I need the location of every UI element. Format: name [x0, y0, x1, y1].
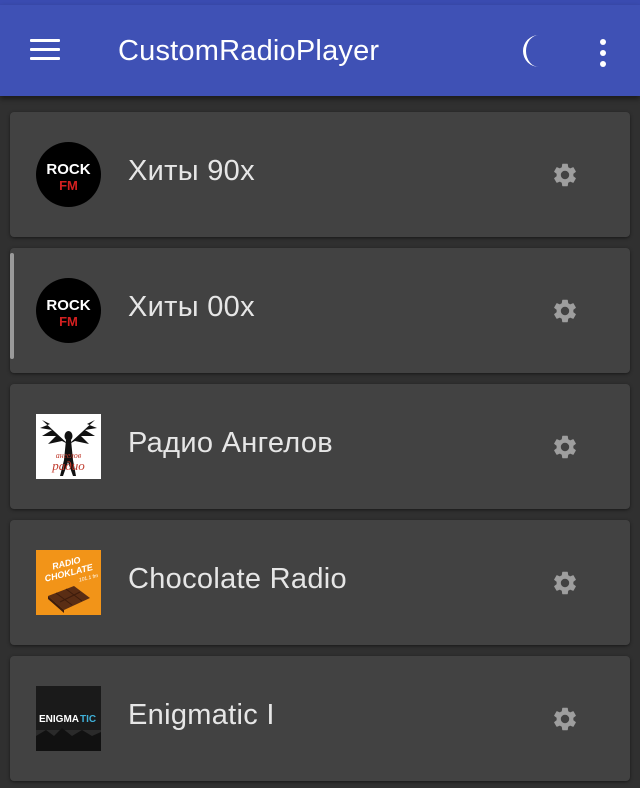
- more-vertical-icon[interactable]: [590, 33, 616, 73]
- gear-icon[interactable]: [551, 569, 579, 597]
- station-name: Enigmatic I: [128, 699, 275, 731]
- logo-text: ENIGMA: [39, 714, 79, 725]
- enigmatic-logo: ENIGMA TIC: [36, 686, 101, 751]
- logo-text: FM: [59, 178, 78, 193]
- station-card[interactable]: ангелов радио Радио Ангелов: [10, 384, 630, 509]
- gear-icon[interactable]: [551, 433, 579, 461]
- app-bar: CustomRadioPlayer: [0, 5, 640, 96]
- rock-fm-logo: ROCK FM: [36, 278, 101, 343]
- station-name: Хиты 00х: [128, 291, 255, 323]
- logo-text: TIC: [80, 714, 96, 725]
- station-name: Chocolate Radio: [128, 563, 347, 595]
- station-name: Хиты 90х: [128, 155, 255, 187]
- moon-icon[interactable]: [516, 31, 556, 71]
- chocolate-radio-logo: RADIO CHOKLATE 101.1 fm: [36, 550, 101, 615]
- logo-text: FM: [59, 314, 78, 329]
- gear-icon[interactable]: [551, 297, 579, 325]
- station-card[interactable]: ENIGMA TIC Enigmatic I: [10, 656, 630, 781]
- station-card[interactable]: ROCK FM Хиты 00х: [10, 248, 630, 373]
- logo-text: ROCK: [46, 297, 90, 314]
- station-card[interactable]: RADIO CHOKLATE 101.1 fm Chocolate Radio: [10, 520, 630, 645]
- gear-icon[interactable]: [551, 705, 579, 733]
- station-card[interactable]: ROCK FM Хиты 90х: [10, 112, 630, 237]
- logo-text: радио: [51, 458, 85, 473]
- logo-text: ROCK: [46, 161, 90, 178]
- radio-angelov-logo: ангелов радио: [36, 414, 101, 479]
- hamburger-menu-icon[interactable]: [26, 35, 64, 65]
- app-title: CustomRadioPlayer: [118, 35, 380, 67]
- scroll-indicator[interactable]: [10, 253, 14, 359]
- station-name: Радио Ангелов: [128, 427, 333, 459]
- rock-fm-logo: ROCK FM: [36, 142, 101, 207]
- gear-icon[interactable]: [551, 161, 579, 189]
